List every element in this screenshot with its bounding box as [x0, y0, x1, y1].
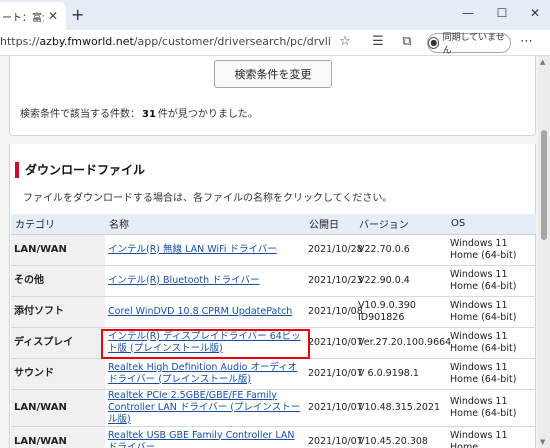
cell-version: V10.9.0.390 ID901826 [355, 296, 447, 328]
minimize-icon[interactable]: — [458, 6, 478, 20]
scroll-thumb[interactable] [541, 130, 547, 240]
cell-date: 2021/10/07 [305, 426, 363, 448]
cell-date: 2021/10/08 [305, 296, 363, 328]
cell-version: V10.48.315.2021 [355, 389, 447, 427]
favorites-icon[interactable]: ☰ [369, 34, 387, 49]
url-host: azby.fmworld.net [39, 35, 134, 48]
download-panel: ダウンロードファイル ファイルをダウンロードする場合は、各ファイルの名称をクリッ… [9, 144, 536, 448]
table-row: LAN/WAN インテル(R) 無線 LAN WiFi ドライバー 2021/10/… [11, 234, 536, 266]
result-suffix: 件が見つかりました。 [157, 109, 258, 120]
table-header-row: カテゴリ 名称 公開日 バージョン OS [11, 214, 536, 235]
cell-date: 2021/10/07 [305, 389, 363, 427]
url-scheme: https:// [0, 35, 40, 48]
cell-name: インテル(R) 無線 LAN WiFi ドライバー [105, 234, 305, 266]
result-prefix: 検索条件で該当する件数： [20, 109, 140, 120]
result-count: 31 [142, 109, 156, 120]
address-bar[interactable]: https://azby.fmworld.net/app/customer/dr… [0, 35, 330, 48]
cell-category: LAN/WAN [11, 234, 105, 266]
profile-sync-button[interactable]: ● 同期していません [427, 33, 511, 56]
header-date: 公開日 [305, 214, 355, 235]
tab-title: ート：富士通 [2, 12, 44, 24]
driver-download-link[interactable]: インテル(R) 無線 LAN WiFi ドライバー [108, 244, 277, 255]
cell-version: V22.70.0.6 [355, 234, 447, 266]
cell-category: LAN/WAN [11, 426, 105, 448]
cell-os: Windows 11 Home (64-bit) [447, 265, 536, 297]
driver-download-link[interactable]: Corel WinDVD 10.8 CPRM UpdatePatch [108, 306, 292, 317]
driver-download-link[interactable]: Realtek PCIe 2.5GBE/GBE/FE Family Contro… [108, 390, 300, 425]
search-panel: 検索条件を変更 検索条件で該当する件数： 31 件が見つかりました。 [9, 56, 536, 136]
browser-tab[interactable]: ート：富士通 ✕ [0, 2, 66, 30]
maximize-icon[interactable]: ☐ [492, 6, 512, 20]
cell-date: 2021/10/23 [305, 265, 363, 297]
cell-os: Windows 11 Home (64-bit) [447, 389, 536, 427]
table-row: LAN/WAN Realtek PCIe 2.5GBE/GBE/FE Family… [11, 389, 536, 427]
sync-label: 同期していません [442, 33, 505, 56]
page-content: 検索条件を変更 検索条件で該当する件数： 31 件が見つかりました。 ダウンロードフ… [0, 56, 538, 448]
scroll-down-icon[interactable]: ▼ [540, 438, 545, 446]
more-icon[interactable]: ⋯ [520, 34, 533, 49]
cell-os: Windows 11 Home [447, 426, 536, 448]
cell-date: 2021/10/07 [305, 327, 363, 359]
result-count-text: 検索条件で該当する件数： 31 件が見つかりました。 [20, 105, 258, 120]
scroll-up-icon[interactable]: ▲ [540, 58, 545, 66]
cell-name: インテル(R) ディスプレイドライバー 64ビット版 (プレインストール版) [101, 327, 310, 359]
close-window-icon[interactable]: ✕ [525, 6, 545, 20]
cell-version: V 6.0.9198.1 [355, 358, 447, 390]
download-table: カテゴリ 名称 公開日 バージョン OS LAN/WAN インテル(R) 無線 L… [11, 214, 536, 448]
cell-name: Corel WinDVD 10.8 CPRM UpdatePatch [105, 296, 305, 328]
profile-icon: ● [428, 37, 440, 49]
cell-category: サウンド [11, 358, 105, 390]
table-row: サウンド Realtek High Definition Audio オーディオド… [11, 358, 536, 390]
driver-download-link[interactable]: Realtek USB GBE Family Controller LAN ドラ… [108, 430, 294, 448]
table-row: 添付ソフト Corel WinDVD 10.8 CPRM UpdatePatch 2… [11, 296, 536, 328]
collections-icon[interactable]: ⧉ [398, 34, 416, 49]
header-os: OS [447, 214, 536, 235]
cell-os: Windows 11 Home (64-bit) [447, 327, 536, 359]
table-row: その他 インテル(R) Bluetooth ドライバー 2021/10/23 V22.… [11, 265, 536, 297]
driver-download-link[interactable]: インテル(R) Bluetooth ドライバー [108, 275, 259, 286]
cell-date: 2021/10/28 [305, 234, 363, 266]
tab-bar: ート：富士通 ✕ + — ☐ ✕ [0, 0, 550, 30]
cell-name: Realtek High Definition Audio オーディオドライバー… [105, 358, 305, 390]
cell-os: Windows 11 Home (64-bit) [447, 296, 536, 328]
vertical-scrollbar[interactable]: ▲ ▼ [538, 56, 550, 448]
table-row: LAN/WAN Realtek USB GBE Family Controller… [11, 426, 536, 448]
cell-version: V10.45.20.308 [355, 426, 447, 448]
header-category: カテゴリ [11, 214, 105, 235]
change-search-button[interactable]: 検索条件を変更 [214, 60, 332, 88]
cell-os: Windows 11 Home (64-bit) [447, 358, 536, 390]
cell-category: LAN/WAN [11, 389, 105, 427]
cell-category: 添付ソフト [11, 296, 105, 328]
header-version: バージョン [355, 214, 447, 235]
plus-icon[interactable]: + [71, 7, 84, 23]
cell-version: Ver.27.20.100.9664 [355, 327, 451, 359]
section-title: ダウンロードファイル [15, 162, 145, 178]
cell-version: V22.90.0.4 [355, 265, 447, 297]
cell-os: Windows 11 Home (64-bit) [447, 234, 536, 266]
driver-download-link[interactable]: Realtek High Definition Audio オーディオドライバー… [108, 362, 297, 385]
cell-name: Realtek PCIe 2.5GBE/GBE/FE Family Contro… [105, 389, 305, 427]
section-description: ファイルをダウンロードする場合は、各ファイルの名称をクリックしてください。 [23, 193, 393, 204]
cell-date: 2021/10/07 [305, 358, 363, 390]
cell-category: ディスプレイ [11, 327, 105, 359]
close-icon[interactable]: ✕ [48, 9, 58, 23]
address-toolbar: https://azby.fmworld.net/app/customer/dr… [0, 30, 550, 56]
table-row: ディスプレイ インテル(R) ディスプレイドライバー 64ビット版 (プレインスト… [11, 327, 536, 359]
cell-name: インテル(R) Bluetooth ドライバー [105, 265, 305, 297]
cell-category: その他 [11, 265, 105, 297]
favorite-add-icon[interactable]: ☆ [336, 34, 354, 49]
header-name: 名称 [105, 214, 305, 235]
cell-name: Realtek USB GBE Family Controller LAN ドラ… [105, 426, 305, 448]
driver-download-link[interactable]: インテル(R) ディスプレイドライバー 64ビット版 (プレインストール版) [108, 331, 301, 354]
url-path: /app/customer/driversearch/pc/drvlistm?m… [133, 35, 330, 48]
